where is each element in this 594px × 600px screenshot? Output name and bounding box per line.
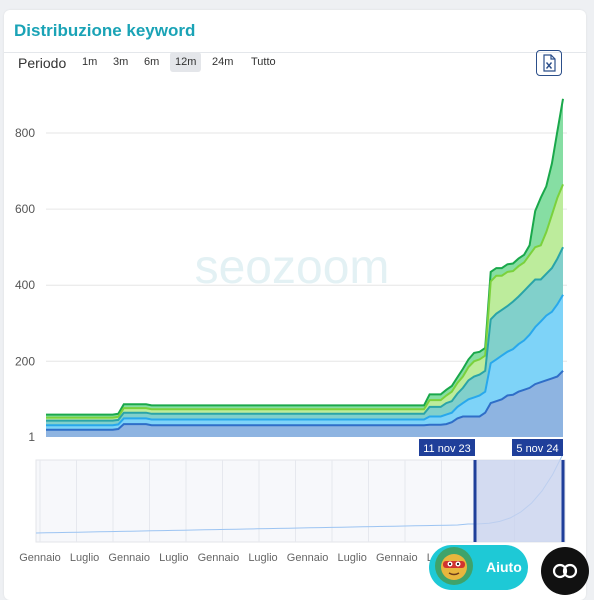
range-end-label: 5 nov 24 xyxy=(516,443,558,455)
navigator-axis-label: Gennaio xyxy=(108,552,150,564)
chat-logo-icon xyxy=(552,563,578,579)
navigator-axis-label: Gennaio xyxy=(19,552,61,564)
range-start-label: 11 nov 23 xyxy=(423,443,471,455)
keyword-distribution-chart: seozoom 1 200 400 600 800 11 nov 23 5 nov 24 G… xyxy=(15,98,567,564)
y-tick-label: 1 xyxy=(28,430,35,444)
y-tick-label: 200 xyxy=(15,354,35,368)
navigator-axis-label: Luglio xyxy=(70,552,99,564)
navigator-selected-range[interactable] xyxy=(475,460,563,542)
navigator-axis-label: Gennaio xyxy=(376,552,418,564)
help-avatar xyxy=(435,547,473,585)
navigator-axis-label: Luglio xyxy=(338,552,367,564)
navigator-axis-label: Luglio xyxy=(248,552,277,564)
navigator-axis-label: Gennaio xyxy=(198,552,240,564)
chat-button[interactable] xyxy=(541,547,589,595)
navigator-axis-label: Gennaio xyxy=(287,552,329,564)
y-tick-label: 800 xyxy=(15,126,35,140)
navigator-axis-label: Luglio xyxy=(159,552,188,564)
help-label: Aiuto xyxy=(486,559,522,575)
help-button[interactable]: Aiuto xyxy=(429,545,528,590)
mascot-icon xyxy=(441,554,467,580)
y-tick-label: 600 xyxy=(15,202,35,216)
y-tick-label: 400 xyxy=(15,278,35,292)
seozoom-watermark: seozoom xyxy=(195,241,390,294)
